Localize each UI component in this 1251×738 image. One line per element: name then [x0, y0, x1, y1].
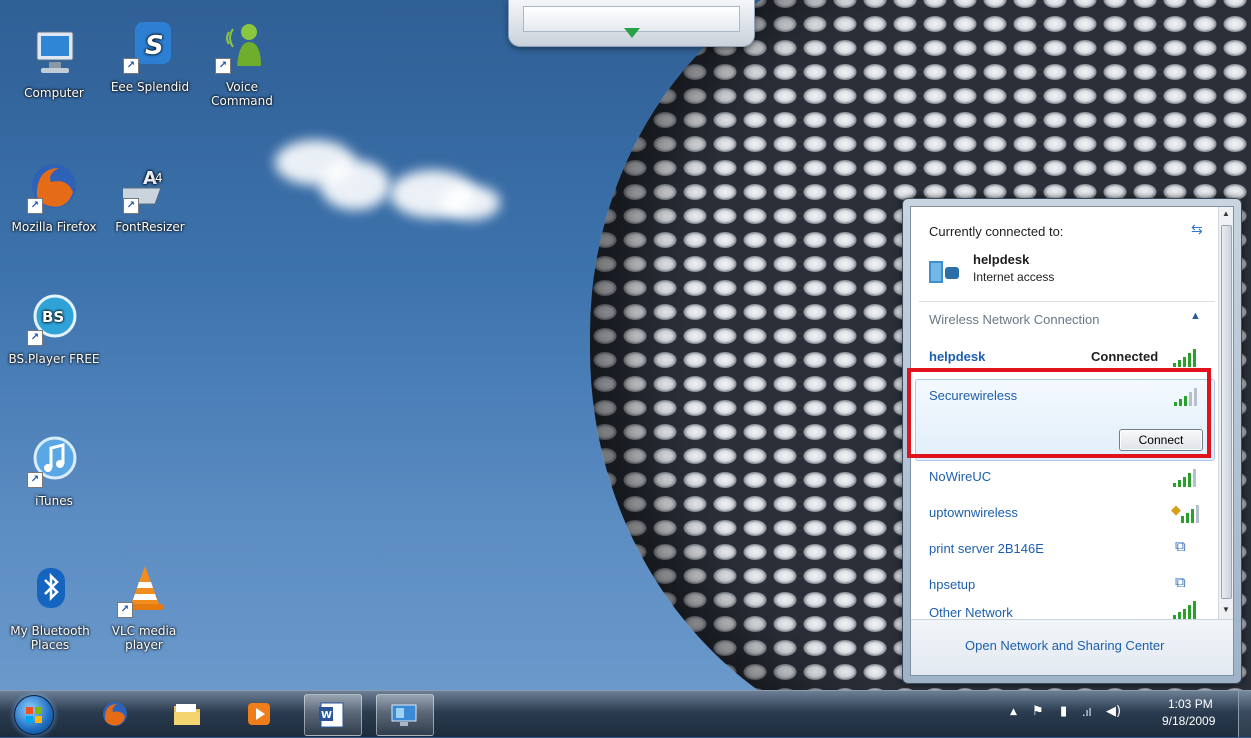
eee-splendid-icon: S ↗ [123, 20, 177, 74]
collapse-chevron-icon[interactable]: ▲ [1190, 310, 1201, 322]
vlc-icon: ↗ [117, 564, 171, 618]
clock-date[interactable]: 9/18/2009 [1162, 714, 1215, 728]
computer-icon [27, 26, 81, 80]
voice-command-icon: ↗ [215, 20, 269, 74]
desktop-icon-computer[interactable]: Computer [8, 26, 100, 100]
network-row-nowireuc[interactable]: NoWireUC [911, 463, 1217, 493]
signal-strength-icon [1173, 601, 1197, 619]
desktop-icon-bluetooth[interactable]: My Bluetooth Places [4, 564, 96, 652]
fontresizer-icon: A4 ↗ [114, 160, 177, 214]
refresh-icon[interactable]: ⇆ [1191, 221, 1203, 238]
divider [919, 301, 1215, 302]
wallpaper-clouds [265, 130, 515, 240]
connected-network-name: helpdesk [973, 252, 1030, 267]
svg-text:S: S [145, 31, 164, 61]
start-button[interactable] [14, 695, 54, 735]
network-name: hpsetup [929, 577, 976, 592]
network-signal-icon[interactable]: .ıl [1082, 706, 1092, 719]
svg-text:W: W [321, 710, 332, 721]
desktop-icon-fontresizer[interactable]: A4 ↗ FontResizer [104, 160, 196, 234]
open-network-sharing-center-link[interactable]: Open Network and Sharing Center [965, 638, 1164, 653]
show-hidden-icons-arrow[interactable]: ▲ [1010, 707, 1017, 717]
network-row-hpsetup[interactable]: hpsetup ⧉ [911, 571, 1217, 601]
adhoc-network-icon: ⧉ [1175, 538, 1186, 555]
network-name: print server 2B146E [929, 541, 1044, 556]
taskbar-remote-desktop[interactable] [376, 694, 434, 736]
volume-icon[interactable]: ◀) [1106, 704, 1121, 719]
scroll-down-icon[interactable]: ▼ [1222, 605, 1230, 614]
gadget-arrow-icon[interactable] [624, 28, 640, 38]
scroll-up-icon[interactable]: ▲ [1222, 209, 1230, 218]
firefox-icon [103, 702, 127, 726]
firefox-icon: ↗ [27, 160, 81, 214]
signal-strength-icon [1173, 349, 1197, 367]
network-status: Connected [1091, 349, 1159, 364]
desktop-icon-itunes[interactable]: ↗ iTunes [8, 434, 100, 508]
word-icon: W [319, 702, 344, 728]
network-name: helpdesk [929, 349, 986, 364]
svg-text:4: 4 [155, 171, 163, 185]
desktop-icon-vlc[interactable]: ↗ VLC media player [98, 564, 190, 652]
highlight-box [907, 368, 1211, 458]
flyout-scrollbar[interactable]: ▲ ▼ [1218, 207, 1233, 619]
svg-text:BS: BS [42, 308, 64, 326]
network-name: uptownwireless [929, 505, 1018, 520]
clock-time[interactable]: 1:03 PM [1168, 697, 1213, 711]
connected-network-status: Internet access [973, 270, 1055, 284]
itunes-icon: ↗ [27, 434, 81, 488]
desktop-gadget[interactable] [508, 0, 755, 47]
network-computer-icon [391, 704, 417, 726]
taskbar: W ▲ ⚑ ▮ .ıl ◀) 1:03 PM 9/18/2009 [0, 690, 1251, 737]
bsplayer-icon: BS ↗ [27, 292, 81, 346]
bluetooth-icon [23, 564, 77, 618]
taskbar-firefox[interactable] [88, 694, 144, 734]
network-name: Other Network [929, 605, 1013, 620]
desktop-icon-voice-command[interactable]: ↗ Voice Command [196, 20, 288, 108]
flyout-footer: Open Network and Sharing Center [911, 619, 1233, 675]
action-center-flag-icon[interactable]: ⚑ [1032, 704, 1044, 719]
network-row-print-server[interactable]: print server 2B146E ⧉ [911, 535, 1217, 565]
wireless-section-title[interactable]: Wireless Network Connection [929, 312, 1100, 327]
taskbar-media-player[interactable] [232, 694, 288, 734]
adhoc-network-icon: ⧉ [1175, 574, 1186, 591]
scrollbar-thumb[interactable] [1221, 225, 1232, 599]
network-row-uptownwireless[interactable]: uptownwireless ◆ [911, 499, 1217, 529]
windows-orb-icon [26, 707, 42, 723]
battery-icon[interactable]: ▮ [1060, 704, 1067, 719]
folder-icon [174, 704, 200, 725]
media-player-icon [248, 703, 270, 725]
signal-strength-icon [1177, 505, 1201, 523]
desktop-icon-bsplayer[interactable]: BS ↗ BS.Player FREE [8, 292, 100, 366]
desktop-icon-firefox[interactable]: ↗ Mozilla Firefox [8, 160, 100, 234]
show-desktop-button[interactable] [1238, 691, 1251, 737]
signal-strength-icon [1173, 469, 1197, 487]
desktop-icon-eee-splendid[interactable]: S ↗ Eee Splendid [104, 20, 196, 94]
flyout-header: Currently connected to: [929, 224, 1064, 239]
network-globe-icon [929, 261, 959, 283]
taskbar-word[interactable]: W [304, 694, 362, 736]
network-name: NoWireUC [929, 469, 992, 484]
taskbar-windows-explorer[interactable] [160, 694, 216, 734]
